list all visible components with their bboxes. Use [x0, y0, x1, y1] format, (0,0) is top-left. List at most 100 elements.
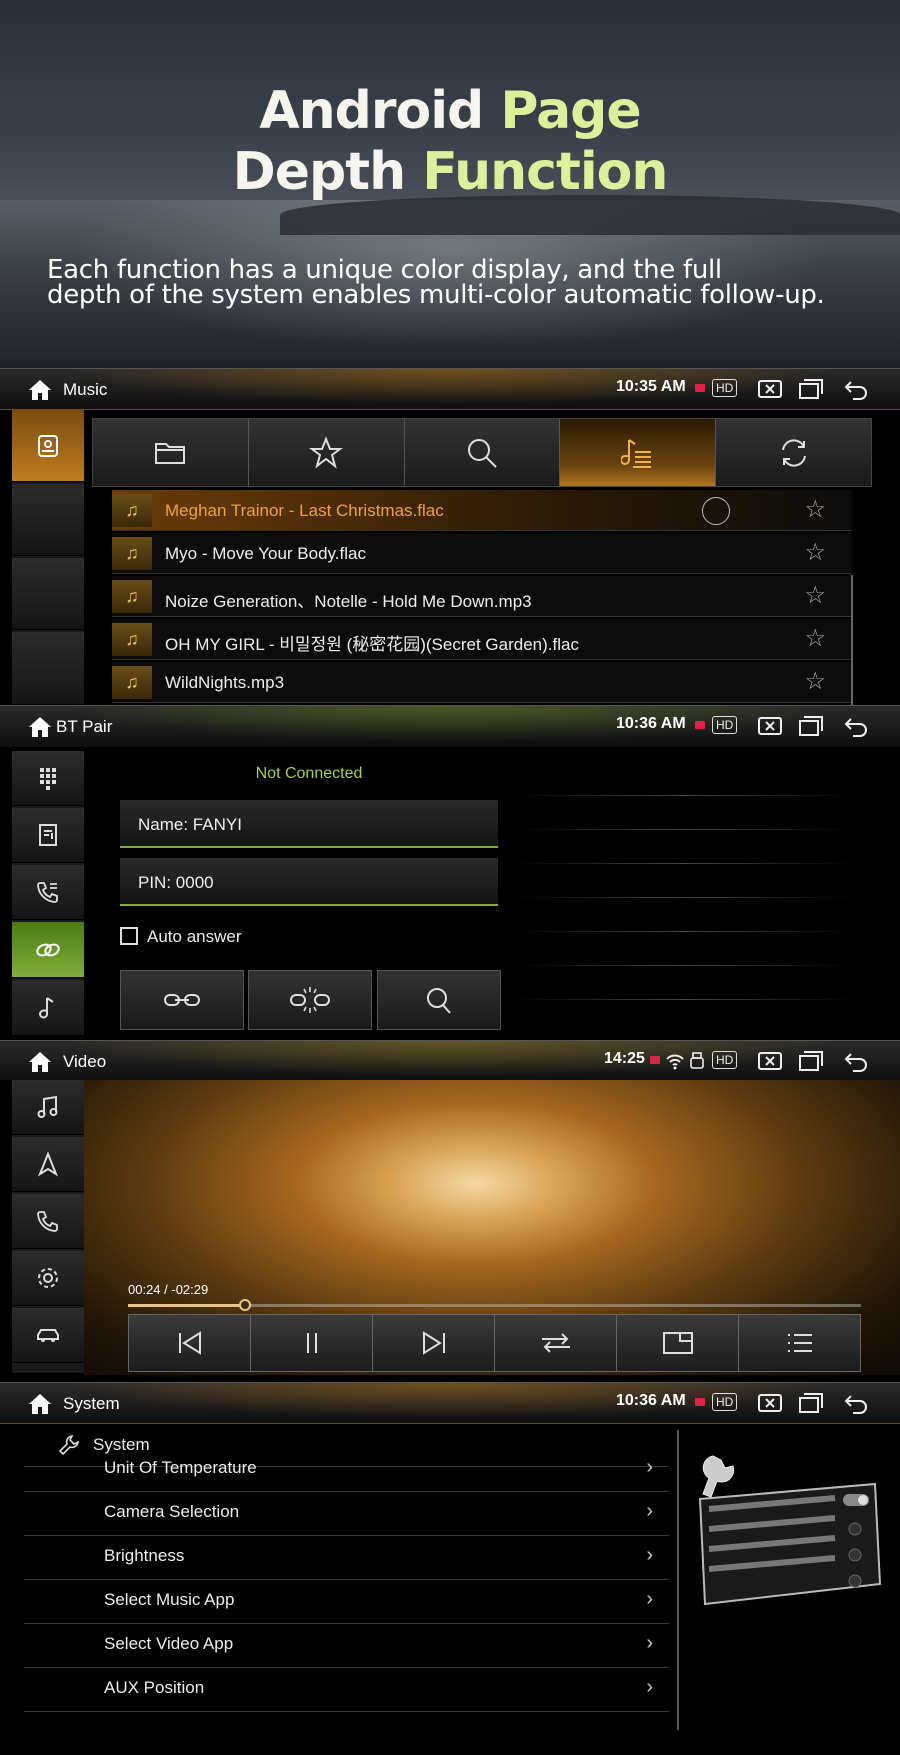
sidebar-item-settings[interactable]	[12, 1251, 84, 1306]
sidebar-item-empty[interactable]	[12, 558, 84, 630]
search-device-button[interactable]	[377, 970, 501, 1030]
settings-row[interactable]: AUX Position ›	[24, 1668, 669, 1712]
auto-answer-checkbox[interactable]	[120, 927, 138, 945]
device-list-divider	[508, 897, 860, 898]
equalizer-icon[interactable]	[702, 497, 730, 525]
settings-row[interactable]: Select Video App ›	[24, 1624, 669, 1668]
connect-button[interactable]	[120, 970, 244, 1030]
sidebar-item-car[interactable]	[12, 1308, 84, 1363]
previous-icon	[178, 1331, 201, 1355]
previous-button[interactable]	[129, 1315, 251, 1371]
playlist-button[interactable]	[739, 1315, 860, 1371]
shuffle-button[interactable]	[495, 1315, 617, 1371]
track-row[interactable]: ♫ Noize Generation、Notelle - Hold Me Dow…	[112, 576, 852, 617]
sidebar-item-contacts[interactable]	[12, 808, 84, 863]
window-icon[interactable]	[798, 1392, 824, 1414]
playlist-icon	[620, 438, 651, 468]
settings-row[interactable]: Camera Selection ›	[24, 1492, 669, 1536]
home-icon[interactable]	[28, 1393, 52, 1415]
tab-search[interactable]	[405, 419, 561, 486]
auto-answer-label: Auto answer	[147, 927, 242, 946]
track-row[interactable]: ♫ Meghan Trainor - Last Christmas.flac ☆	[112, 490, 852, 531]
back-icon[interactable]	[843, 715, 869, 737]
back-icon[interactable]	[843, 1050, 869, 1072]
star-icon[interactable]: ☆	[804, 498, 826, 522]
settings-row[interactable]: Unit Of Temperature ›	[24, 1448, 669, 1492]
close-screen-icon[interactable]	[757, 378, 783, 400]
home-icon[interactable]	[28, 379, 52, 401]
pin-text: PIN: 0000	[138, 873, 214, 892]
hd-badge: HD	[712, 379, 738, 397]
storage-icon	[38, 434, 58, 457]
chevron-right-icon: ›	[646, 1588, 653, 1610]
progress-track[interactable]	[128, 1299, 861, 1311]
signal-icon	[695, 1398, 705, 1406]
progress-knob[interactable]	[239, 1299, 251, 1311]
tab-favorites[interactable]	[249, 419, 405, 486]
back-icon[interactable]	[843, 1392, 869, 1414]
hero-title-word: Page	[500, 81, 641, 141]
star-icon[interactable]: ☆	[804, 670, 826, 694]
sidebar-item-empty[interactable]	[12, 484, 84, 556]
close-screen-icon[interactable]	[757, 1392, 783, 1414]
tab-folder[interactable]	[93, 419, 249, 486]
sidebar-item-navigation[interactable]	[12, 1137, 84, 1192]
navigation-icon	[37, 1151, 59, 1177]
device-name-field[interactable]: Name: FANYI	[120, 800, 498, 848]
sidebar-item-call-log[interactable]	[12, 865, 84, 920]
track-row[interactable]: ♫ WildNights.mp3 ☆	[112, 662, 852, 703]
track-row[interactable]: ♫ OH MY GIRL - 비밀정원 (秘密花园)(Secret Garden…	[112, 619, 852, 660]
search-icon	[467, 438, 497, 468]
pause-button[interactable]	[251, 1315, 373, 1371]
status-bar-title: Music	[63, 380, 108, 399]
sidebar-item-phone[interactable]	[12, 1194, 84, 1249]
window-icon[interactable]	[798, 1050, 824, 1072]
sidebar-item-empty[interactable]	[12, 632, 84, 705]
settings-row-label: AUX Position	[104, 1678, 205, 1697]
device-list-divider	[508, 965, 860, 966]
pin-field[interactable]: PIN: 0000	[120, 858, 498, 906]
chevron-right-icon: ›	[646, 1676, 653, 1698]
star-icon[interactable]: ☆	[804, 584, 826, 608]
chevron-right-icon: ›	[646, 1632, 653, 1654]
system-status-bar: System 10:36 AM HD	[0, 1382, 900, 1424]
star-icon[interactable]: ☆	[804, 541, 826, 565]
playback-time: 00:24 / -02:29	[128, 1282, 209, 1297]
window-icon[interactable]	[798, 378, 824, 400]
scrollbar[interactable]	[851, 575, 853, 705]
device-list-divider	[508, 829, 860, 830]
home-icon[interactable]	[28, 1051, 52, 1073]
sidebar-item-bt-music[interactable]	[12, 980, 84, 1036]
track-row[interactable]: ♫ Myo - Move Your Body.flac ☆	[112, 533, 852, 574]
back-icon[interactable]	[843, 378, 869, 400]
track-title: Myo - Move Your Body.flac	[165, 544, 366, 563]
chevron-right-icon: ›	[646, 1500, 653, 1522]
status-time: 10:36 AM	[616, 1392, 686, 1409]
disconnect-button[interactable]	[248, 970, 372, 1030]
hero-title-word: Depth	[232, 142, 407, 202]
sidebar-item-music[interactable]	[12, 1080, 84, 1135]
chevron-right-icon: ›	[646, 1456, 653, 1478]
home-icon[interactable]	[28, 716, 52, 738]
settings-row[interactable]: Select Music App ›	[24, 1580, 669, 1624]
close-screen-icon[interactable]	[757, 1050, 783, 1072]
wifi-icon	[666, 1054, 684, 1070]
usb-icon	[690, 1052, 704, 1069]
tab-playlist[interactable]	[560, 419, 717, 486]
window-mode-button[interactable]	[617, 1315, 739, 1371]
contacts-icon	[39, 824, 57, 846]
sidebar-item-storage[interactable]	[12, 410, 84, 482]
sidebar-item-dialpad[interactable]	[12, 751, 84, 806]
chevron-right-icon: ›	[646, 1544, 653, 1566]
window-icon[interactable]	[798, 715, 824, 737]
status-bar-title: BT Pair	[56, 717, 113, 736]
sidebar-item-pairing[interactable]	[12, 922, 84, 978]
star-icon[interactable]: ☆	[804, 627, 826, 651]
shuffle-icon	[541, 1333, 570, 1353]
settings-row[interactable]: Brightness ›	[24, 1536, 669, 1580]
tab-repeat[interactable]	[716, 419, 871, 486]
settings-row-label: Select Music App	[104, 1590, 235, 1609]
track-title: Noize Generation、Notelle - Hold Me Down.…	[165, 592, 532, 611]
next-button[interactable]	[373, 1315, 495, 1371]
close-screen-icon[interactable]	[757, 715, 783, 737]
